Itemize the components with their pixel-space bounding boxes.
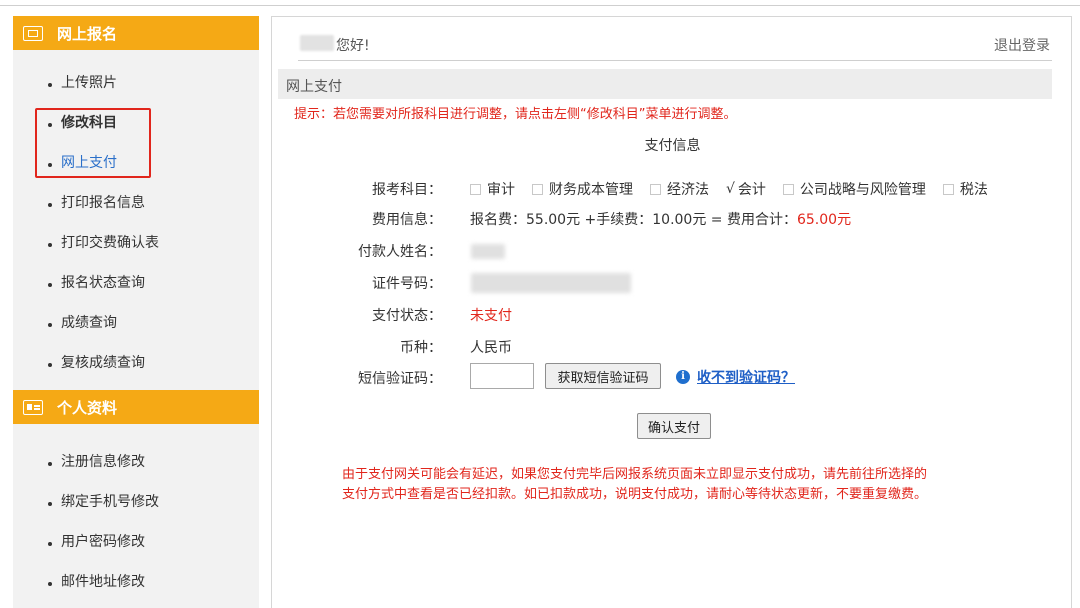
bullet-icon [48, 462, 52, 466]
checkbox [942, 183, 954, 195]
sidebar-item-edit-email[interactable]: 邮件地址修改 [13, 561, 259, 601]
highlight-annotation-box [35, 108, 151, 178]
sidebar-item-review-score-query[interactable]: 复核成绩查询 [13, 342, 259, 382]
personal-menu: 注册信息修改 绑定手机号修改 用户密码修改 邮件地址修改 [13, 441, 259, 601]
bullet-icon [48, 83, 52, 87]
sidebar-item-label: 注册信息修改 [61, 454, 145, 470]
subject-audit: 审计 [470, 179, 515, 199]
notice-line: 支付方式中查看是否已经扣款。如已扣款成功，说明支付成功，请耐心等待状态更新，不要… [342, 487, 928, 502]
sidebar-item-label: 打印交费确认表 [61, 235, 159, 251]
subject-strategy-risk: 公司战略与风险管理 [782, 179, 926, 199]
subject-name: 税法 [959, 182, 988, 198]
checkbox [470, 183, 481, 195]
subject-accounting: √ 会计 [726, 179, 766, 199]
sidebar-item-score-query[interactable]: 成绩查询 [13, 302, 259, 342]
subjects-list: 审计 财务成本管理 经济法 √ 会计 公司战略与风险管理 税法 [470, 179, 1005, 199]
sidebar-item-label: 成绩查询 [61, 315, 117, 331]
monitor-icon [23, 25, 43, 41]
sidebar-item-upload-photo[interactable]: 上传照片 [13, 62, 259, 102]
id-card-icon [23, 399, 43, 415]
payment-status-value: 未支付 [470, 308, 512, 324]
logout-link[interactable]: 退出登录 [994, 35, 1050, 55]
subject-economic-law: 经济法 [650, 179, 709, 199]
subjects-label: 报考科目： [372, 182, 442, 198]
sidebar-item-print-payment-confirmation[interactable]: 打印交费确认表 [13, 222, 259, 262]
fee-info: 报名费：55.00元 +手续费：10.00元 = 费用合计：65.00元 [470, 209, 851, 229]
bullet-icon [48, 502, 52, 506]
section-header-personal-info: 个人资料 [13, 390, 259, 424]
subject-name: 会计 [737, 182, 766, 198]
sidebar-item-label: 打印报名信息 [61, 195, 145, 211]
get-sms-code-button[interactable]: 获取短信验证码 [545, 363, 661, 389]
top-frame [0, 0, 1080, 6]
sidebar: 网上报名 上传照片 修改科目 网上支付 打印报名信息 打印交费确认表 报名状态查… [13, 16, 259, 608]
subject-name: 审计 [487, 182, 515, 198]
checkmark-icon: √ [726, 181, 735, 197]
no-code-link[interactable]: 收不到验证码？ [697, 367, 795, 387]
fee-label: 费用信息： [372, 212, 442, 228]
sidebar-item-edit-password[interactable]: 用户密码修改 [13, 521, 259, 561]
bullet-icon [48, 363, 52, 367]
currency-value: 人民币 [470, 340, 512, 356]
checkbox [532, 183, 543, 195]
sidebar-item-label: 用户密码修改 [61, 534, 145, 550]
payment-status-label: 支付状态： [372, 308, 442, 324]
sidebar-item-label: 上传照片 [61, 75, 117, 91]
sidebar-item-label: 报名状态查询 [61, 275, 145, 291]
sms-code-input[interactable] [470, 363, 534, 389]
section-title-bar: 网上支付 [278, 69, 1052, 99]
bullet-icon [48, 582, 52, 586]
bullet-icon [48, 542, 52, 546]
sidebar-item-label: 绑定手机号修改 [61, 494, 159, 510]
bullet-icon [48, 243, 52, 247]
section-title: 网上支付 [286, 79, 342, 95]
subject-name: 经济法 [667, 182, 709, 198]
blurred-payer-name [471, 244, 505, 259]
sidebar-item-registration-status[interactable]: 报名状态查询 [13, 262, 259, 302]
payer-name-label: 付款人姓名： [358, 244, 442, 260]
checkbox [782, 183, 794, 195]
section-title: 网上报名 [57, 24, 118, 43]
subject-name: 公司战略与风险管理 [799, 182, 926, 198]
greeting-bar: 您好! 退出登录 [298, 25, 1052, 61]
section-header-online-registration: 网上报名 [13, 16, 259, 50]
blurred-username [300, 35, 334, 51]
section-title: 个人资料 [57, 398, 118, 417]
greeting-text: 您好! [336, 38, 370, 54]
payment-delay-notice: 由于支付网关可能会有延迟，如果您支付完毕后网报系统页面未立即显示支付成功，请先前… [342, 465, 1042, 505]
sidebar-item-label: 复核成绩查询 [61, 355, 145, 371]
checkbox [650, 183, 661, 195]
fee-text: 报名费：55.00元 +手续费：10.00元 = 费用合计： [470, 212, 797, 228]
subject-name: 财务成本管理 [549, 182, 633, 198]
sidebar-item-edit-phone[interactable]: 绑定手机号修改 [13, 481, 259, 521]
confirm-payment-button[interactable]: 确认支付 [637, 413, 711, 439]
info-icon: i [676, 370, 690, 384]
bullet-icon [48, 203, 52, 207]
currency-label: 币种： [400, 340, 442, 356]
subject-tax-law: 税法 [942, 179, 988, 199]
blurred-id-number [471, 273, 631, 293]
main-panel: 您好! 退出登录 网上支付 提示：若您需要对所报科目进行调整，请点击左侧“修改科… [271, 16, 1072, 608]
bullet-icon [48, 283, 52, 287]
notice-line: 由于支付网关可能会有延迟，如果您支付完毕后网报系统页面未立即显示支付成功，请先前… [342, 467, 928, 482]
id-number-label: 证件号码： [372, 276, 442, 292]
bullet-icon [48, 323, 52, 327]
sidebar-item-label: 邮件地址修改 [61, 574, 145, 590]
sms-code-label: 短信验证码： [358, 371, 442, 387]
sidebar-item-print-registration[interactable]: 打印报名信息 [13, 182, 259, 222]
payment-info-title: 支付信息 [644, 138, 701, 154]
fee-total: 65.00元 [796, 212, 852, 228]
subject-financial-cost-management: 财务成本管理 [532, 179, 633, 199]
tip-text: 提示：若您需要对所报科目进行调整，请点击左侧“修改科目”菜单进行调整。 [294, 107, 737, 122]
sidebar-item-edit-registration-info[interactable]: 注册信息修改 [13, 441, 259, 481]
